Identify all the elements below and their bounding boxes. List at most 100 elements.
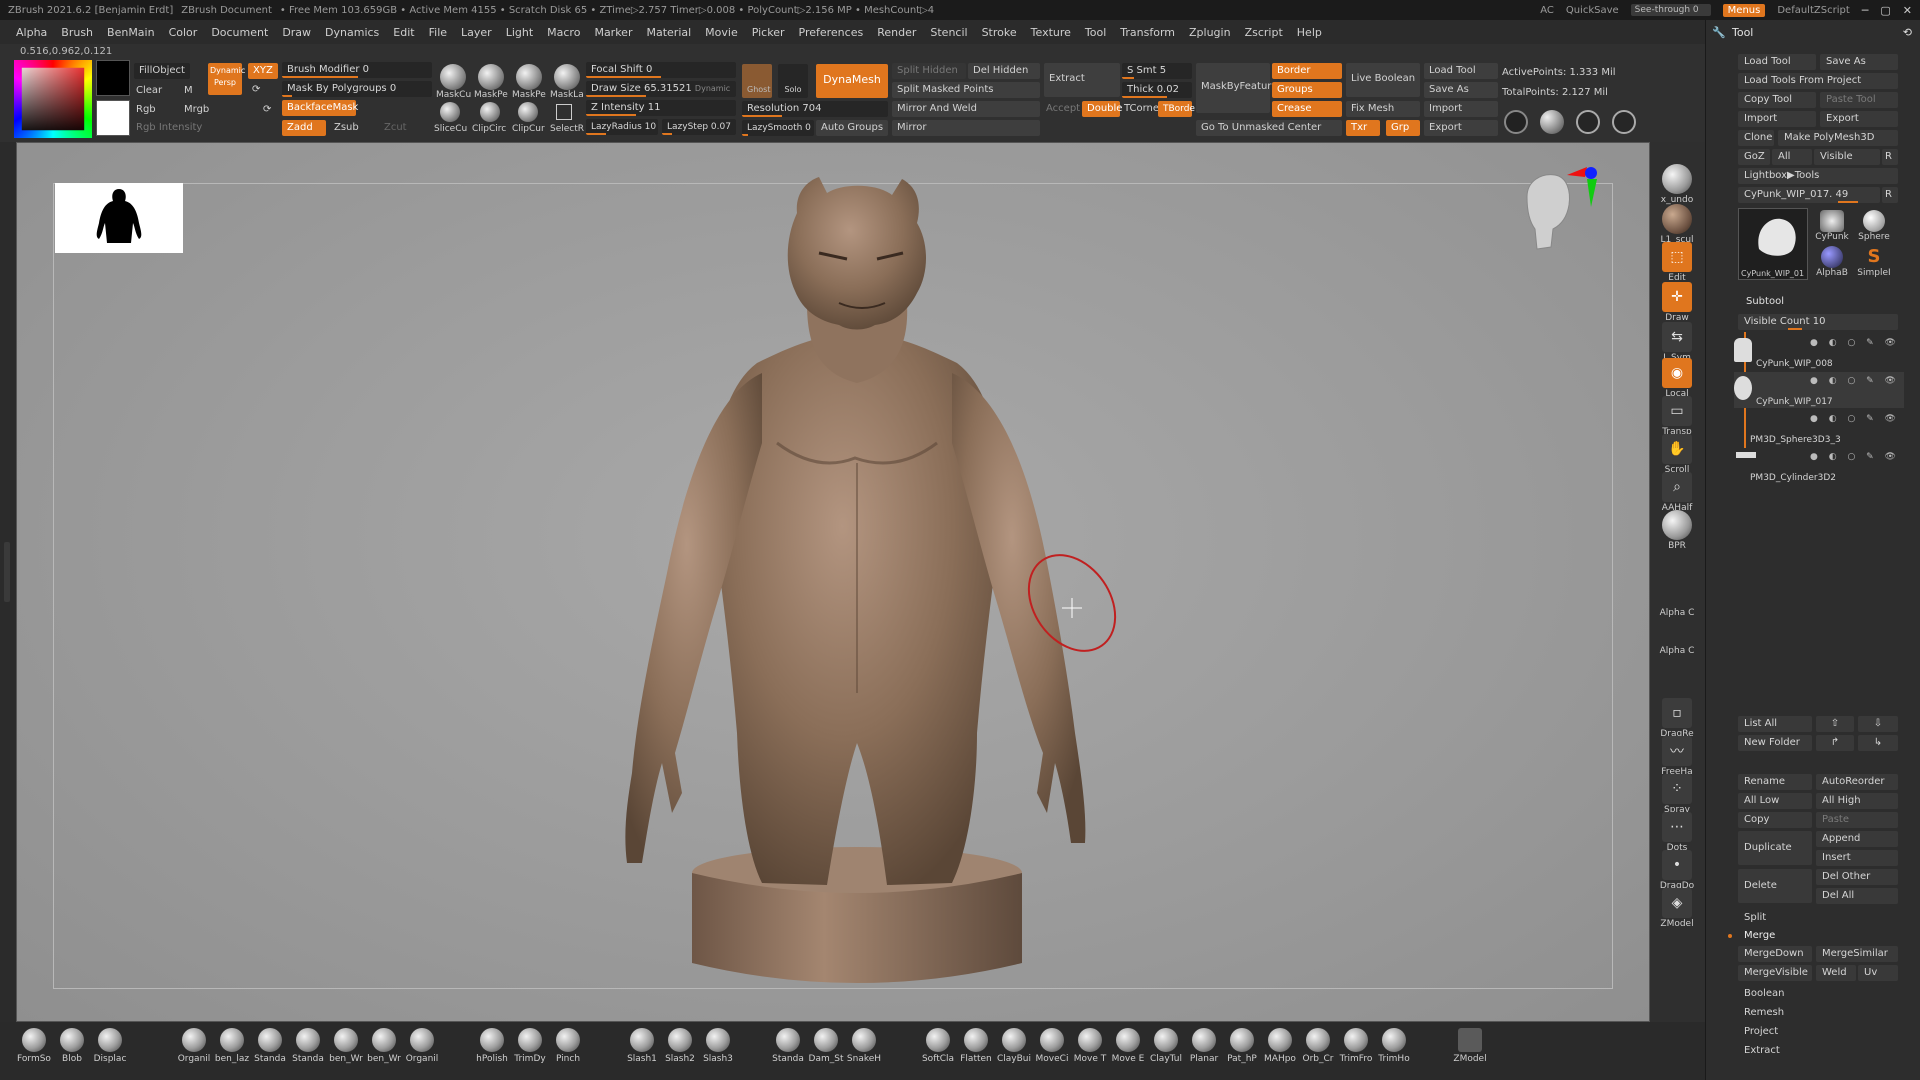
quicksave-button[interactable]: QuickSave: [1566, 5, 1619, 16]
tool-thumb-simplebrush[interactable]: S SimpleI: [1854, 246, 1894, 278]
menu-picker[interactable]: Picker: [752, 26, 785, 39]
subtool-row-4[interactable]: ● ◐ ○ ✎ 👁 PM3D_Cylinder3D2: [1734, 448, 1904, 484]
extract-section-header[interactable]: Extract: [1738, 1043, 1898, 1059]
symmetry-icon[interactable]: [1612, 110, 1636, 134]
brush-ben-wr-2[interactable]: ben_Wr: [366, 1028, 402, 1064]
brush-blob[interactable]: Blob: [54, 1028, 90, 1064]
split-masked-points-button[interactable]: Split Masked Points: [892, 82, 1040, 98]
shelf-save-as-button[interactable]: Save As: [1424, 82, 1498, 98]
maximize-icon[interactable]: ▢: [1880, 4, 1890, 17]
subtool-row-3[interactable]: ● ◐ ○ ✎ 👁 PM3D_Sphere3D3_3: [1734, 410, 1904, 446]
slicecurve-brush-icon[interactable]: [440, 102, 460, 122]
subtool-row-1[interactable]: ● ◐ ○ ✎ 👁 CyPunk_WIP_008: [1734, 334, 1904, 370]
load-tool-button[interactable]: Load Tool: [1738, 54, 1816, 70]
menu-material[interactable]: Material: [646, 26, 691, 39]
goz-visible-button[interactable]: Visible: [1814, 149, 1880, 165]
mask-by-polygroups-slider[interactable]: Mask By Polygroups 0: [282, 81, 432, 97]
all-low-button[interactable]: All Low: [1738, 793, 1812, 809]
draw-button[interactable]: ✛ Draw: [1657, 282, 1697, 323]
brush-slash3[interactable]: Slash3: [700, 1028, 736, 1064]
grp-button[interactable]: Grp: [1386, 120, 1420, 136]
del-hidden-button[interactable]: Del Hidden: [968, 63, 1040, 79]
ghost-button[interactable]: Ghost: [742, 64, 772, 98]
menu-movie[interactable]: Movie: [705, 26, 738, 39]
subtool-row-2[interactable]: ● ◐ ○ ✎ 👁 CyPunk_WIP_017: [1734, 372, 1904, 408]
folder-down-icon[interactable]: ↳: [1858, 735, 1898, 751]
tray-handle[interactable]: [4, 542, 10, 602]
navigation-gizmo[interactable]: [1507, 157, 1617, 267]
menu-layer[interactable]: Layer: [461, 26, 492, 39]
txr-button[interactable]: Txr: [1346, 120, 1380, 136]
brush-zmodeler[interactable]: ZModel: [1452, 1028, 1488, 1064]
menu-file[interactable]: File: [429, 26, 447, 39]
local-button[interactable]: ◉ Local: [1657, 358, 1697, 399]
brush-flatten[interactable]: Flatten: [958, 1028, 994, 1064]
brush-claytubes[interactable]: ClayTul: [1148, 1028, 1184, 1064]
secondary-color-swatch[interactable]: [96, 60, 130, 96]
lazyradius-slider[interactable]: LazyRadius 10: [586, 119, 658, 135]
floor-icon[interactable]: [1576, 110, 1600, 134]
local-symmetry-button[interactable]: ⇆L.Sym: [1657, 322, 1697, 363]
save-as-button[interactable]: Save As: [1820, 54, 1898, 70]
thick-slider[interactable]: Thick 0.02: [1122, 82, 1192, 98]
m-toggle[interactable]: M: [184, 85, 193, 96]
material-icon[interactable]: [1540, 110, 1564, 134]
remesh-section-header[interactable]: Remesh: [1738, 1005, 1898, 1021]
boolean-section-header[interactable]: Boolean: [1738, 986, 1898, 1002]
menu-benmain[interactable]: BenMain: [107, 26, 155, 39]
shelf-load-tool-button[interactable]: Load Tool: [1424, 63, 1498, 79]
geometry-icon[interactable]: [1504, 110, 1528, 134]
brush-organic-1[interactable]: Organil: [176, 1028, 212, 1064]
tool-thumb-alphabrush[interactable]: AlphaB: [1812, 246, 1852, 278]
clipcurve-brush-icon[interactable]: [518, 102, 538, 122]
solo-button[interactable]: Solo: [778, 64, 808, 98]
paste-button[interactable]: Paste: [1816, 812, 1898, 828]
split-hidden-button[interactable]: Split Hidden: [892, 63, 966, 79]
fillobject-button[interactable]: FillObject: [134, 63, 190, 79]
move-up-arrow-icon[interactable]: ⇧: [1816, 716, 1854, 732]
clear-button[interactable]: Clear: [136, 85, 162, 96]
backfacemask-button[interactable]: BackfaceMask: [282, 100, 358, 116]
menu-draw[interactable]: Draw: [282, 26, 311, 39]
brush-move-elastic[interactable]: Move E: [1110, 1028, 1146, 1064]
goz-all-button[interactable]: All: [1772, 149, 1812, 165]
tborder-button[interactable]: TBorde: [1158, 101, 1195, 117]
menu-transform[interactable]: Transform: [1120, 26, 1175, 39]
subtool-toggles[interactable]: ● ◐ ○ ✎ 👁: [1810, 452, 1900, 462]
brush-ben-wr-1[interactable]: ben_Wr: [328, 1028, 364, 1064]
brush-displace[interactable]: Displac: [92, 1028, 128, 1064]
see-through-slider[interactable]: See-through 0: [1630, 4, 1711, 16]
brush-standard-2[interactable]: Standa: [290, 1028, 326, 1064]
focal-shift-slider[interactable]: Focal Shift 0: [586, 62, 736, 78]
close-icon[interactable]: ✕: [1903, 4, 1912, 17]
color-picker[interactable]: [14, 60, 92, 138]
tool-thumb-cypunk[interactable]: CyPunk: [1812, 210, 1852, 242]
zsub-button[interactable]: Zsub: [334, 122, 359, 133]
brush-move-topological[interactable]: Move T: [1072, 1028, 1108, 1064]
menus-toggle[interactable]: Menus: [1722, 3, 1766, 17]
zadd-button[interactable]: Zadd: [282, 120, 326, 136]
menu-preferences[interactable]: Preferences: [799, 26, 864, 39]
brush-slash2[interactable]: Slash2: [662, 1028, 698, 1064]
mrgb-toggle[interactable]: Mrgb: [184, 104, 209, 115]
brush-claybuildup[interactable]: ClayBui: [996, 1028, 1032, 1064]
menu-texture[interactable]: Texture: [1031, 26, 1071, 39]
shelf-import-button[interactable]: Import: [1424, 101, 1498, 117]
zcut-button[interactable]: Zcut: [384, 122, 407, 133]
brush-snakehook[interactable]: SnakeH: [846, 1028, 882, 1064]
double-button[interactable]: Double: [1082, 101, 1122, 117]
brush-orb-cracks[interactable]: Orb_Cr: [1300, 1028, 1336, 1064]
masklasso-brush-icon[interactable]: [554, 64, 580, 90]
menu-color[interactable]: Color: [169, 26, 198, 39]
groups-button[interactable]: Groups: [1272, 82, 1342, 98]
clone-button[interactable]: Clone: [1738, 130, 1774, 146]
brush-trimholes[interactable]: TrimHo: [1376, 1028, 1412, 1064]
mirror-button[interactable]: Mirror: [892, 120, 1040, 136]
weld-button[interactable]: Weld: [1816, 965, 1856, 981]
menu-alpha[interactable]: Alpha: [16, 26, 47, 39]
s-smt-slider[interactable]: S Smt 5: [1122, 63, 1192, 79]
mask-by-feature-button[interactable]: MaskByFeatur: [1196, 63, 1271, 113]
xyz-symmetry-button[interactable]: XYZ: [248, 63, 278, 79]
menu-render[interactable]: Render: [877, 26, 916, 39]
subtool-header[interactable]: Subtool: [1746, 296, 1784, 307]
